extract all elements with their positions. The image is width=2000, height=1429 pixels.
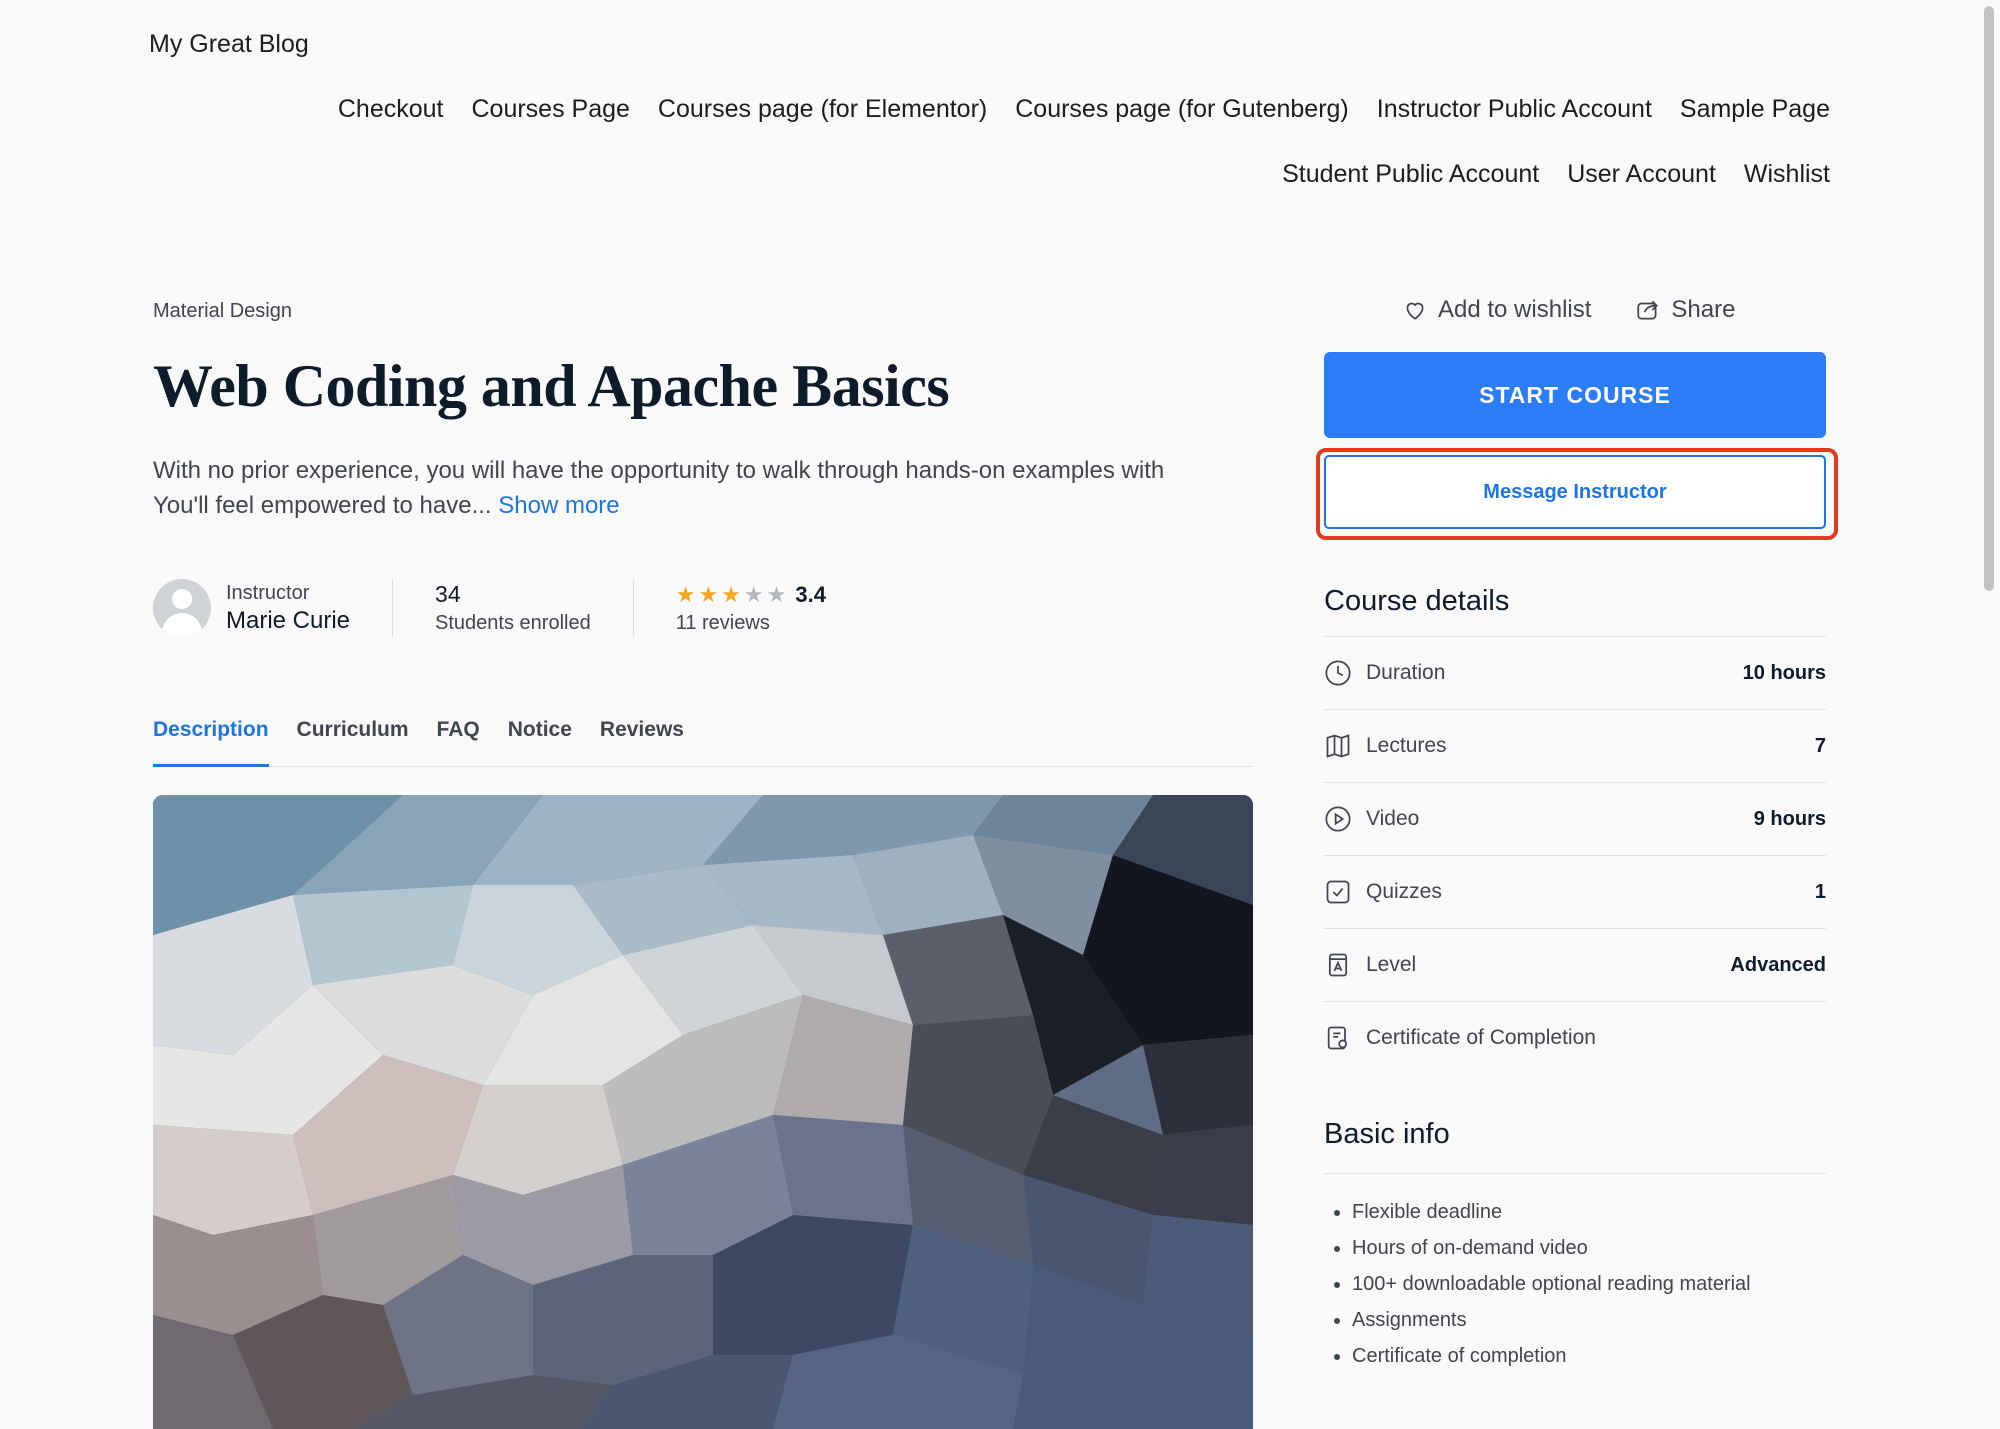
clock-icon xyxy=(1325,660,1351,686)
detail-label: Lectures xyxy=(1366,734,1447,757)
detail-row-quizzes: Quizzes 1 xyxy=(1324,855,1826,928)
wishlist-label: Add to wishlist xyxy=(1438,296,1592,323)
show-more-link[interactable]: Show more xyxy=(498,492,619,519)
detail-value: 1 xyxy=(1814,880,1826,903)
page-scrollbar[interactable] xyxy=(1984,6,1994,591)
list-item: Certificate of completion xyxy=(1352,1338,1826,1374)
detail-row-lectures: Lectures 7 xyxy=(1324,709,1826,782)
heart-icon xyxy=(1406,302,1424,320)
tab-notice[interactable]: Notice xyxy=(508,710,572,764)
detail-label: Level xyxy=(1366,953,1417,976)
star-filled-icon: ★ xyxy=(675,581,696,607)
course-actions: Add to wishlist Share xyxy=(1402,296,1735,324)
detail-label: Certificate of Completion xyxy=(1366,1026,1596,1049)
basic-info-heading: Basic info xyxy=(1324,1118,1450,1150)
avatar[interactable] xyxy=(153,579,211,637)
instructor-info: Instructor Marie Curie xyxy=(226,582,350,635)
nav-student-public-account[interactable]: Student Public Account xyxy=(1282,160,1539,189)
star-filled-icon: ★ xyxy=(698,581,719,607)
tab-curriculum[interactable]: Curriculum xyxy=(297,710,409,764)
primary-nav-row-1: Checkout Courses Page Courses page (for … xyxy=(330,95,1830,124)
detail-value: 10 hours xyxy=(1742,661,1826,684)
list-item: Hours of on-demand video xyxy=(1352,1230,1826,1266)
divider xyxy=(632,580,634,636)
tab-faq[interactable]: FAQ xyxy=(437,710,480,764)
students-count: 34 xyxy=(435,581,461,607)
star-filled-icon: ★ xyxy=(721,581,741,607)
nav-courses-page[interactable]: Courses Page xyxy=(471,95,629,124)
message-instructor-button[interactable]: Message Instructor xyxy=(1324,455,1826,529)
list-item: Assignments xyxy=(1352,1302,1826,1338)
site-title[interactable]: My Great Blog xyxy=(149,30,309,59)
instructor-label: Instructor xyxy=(226,581,310,604)
course-cover-image xyxy=(153,795,1253,1429)
nav-checkout[interactable]: Checkout xyxy=(338,95,444,124)
share-icon xyxy=(1637,300,1659,320)
nav-courses-gutenberg[interactable]: Courses page (for Gutenberg) xyxy=(1015,95,1349,124)
checkbox-icon xyxy=(1326,880,1350,904)
nav-courses-elementor[interactable]: Courses page (for Elementor) xyxy=(658,95,987,124)
list-item: 100+ downloadable optional reading mater… xyxy=(1352,1266,1826,1302)
detail-value: Advanced xyxy=(1730,953,1826,976)
description-line-2: You'll feel empowered to have... Show mo… xyxy=(153,492,620,519)
detail-row-video: Video 9 hours xyxy=(1324,782,1826,855)
cover-image-graphic xyxy=(153,795,1253,1429)
book-icon xyxy=(1326,734,1350,758)
course-title: Web Coding and Apache Basics xyxy=(153,353,950,419)
students-label: Students enrolled xyxy=(435,612,591,634)
detail-row-level: Level Advanced xyxy=(1324,928,1826,1001)
nav-user-account[interactable]: User Account xyxy=(1567,160,1716,189)
detail-value: 7 xyxy=(1814,734,1826,757)
primary-nav-row-2: Student Public Account User Account Wish… xyxy=(330,160,1830,189)
course-category[interactable]: Material Design xyxy=(153,300,292,323)
certificate-icon xyxy=(1327,1026,1348,1050)
course-meta: Instructor Marie Curie 34 Students enrol… xyxy=(153,578,826,638)
share-label: Share xyxy=(1671,296,1736,323)
detail-label: Quizzes xyxy=(1366,880,1442,903)
course-details-heading: Course details xyxy=(1324,585,1510,617)
detail-row-duration: Duration 10 hours xyxy=(1324,636,1826,709)
tab-reviews[interactable]: Reviews xyxy=(600,710,684,764)
star-empty-icon: ★ xyxy=(766,581,787,607)
instructor-name[interactable]: Marie Curie xyxy=(226,607,350,635)
rating-stat: ★ ★ ★ ★ ★ 3.4 11 reviews xyxy=(676,582,826,635)
level-icon xyxy=(1328,953,1348,977)
detail-label: Video xyxy=(1366,807,1420,830)
tab-description[interactable]: Description xyxy=(153,710,269,767)
nav-sample-page[interactable]: Sample Page xyxy=(1680,95,1830,124)
course-description: With no prior experience, you will have … xyxy=(153,453,1263,523)
nav-instructor-public-account[interactable]: Instructor Public Account xyxy=(1377,95,1652,124)
share-button[interactable]: Share xyxy=(1635,296,1735,324)
rating-stars: ★ ★ ★ ★ ★ 3.4 xyxy=(676,582,826,608)
reviews-count[interactable]: 11 reviews xyxy=(676,612,826,635)
add-to-wishlist-button[interactable]: Add to wishlist xyxy=(1402,296,1591,324)
play-circle-icon xyxy=(1325,806,1351,832)
detail-row-certificate: Certificate of Completion xyxy=(1324,1001,1826,1074)
star-empty-icon: ★ xyxy=(743,581,764,607)
course-tabs: Description Curriculum FAQ Notice Review… xyxy=(153,710,1253,767)
list-item: Flexible deadline xyxy=(1352,1194,1826,1230)
students-stat: 34 Students enrolled xyxy=(435,581,591,635)
description-line-1: With no prior experience, you will have … xyxy=(153,457,1165,484)
nav-wishlist[interactable]: Wishlist xyxy=(1744,160,1830,189)
rating-value: 3.4 xyxy=(795,581,826,607)
start-course-button[interactable]: START COURSE xyxy=(1324,352,1826,438)
basic-info-list: Flexible deadline Hours of on-demand vid… xyxy=(1324,1173,1826,1374)
detail-label: Duration xyxy=(1366,661,1446,684)
divider xyxy=(392,580,394,636)
detail-value: 9 hours xyxy=(1753,807,1826,830)
course-details-list: Duration 10 hours Lectures 7 Video 9 hou… xyxy=(1324,636,1826,1074)
